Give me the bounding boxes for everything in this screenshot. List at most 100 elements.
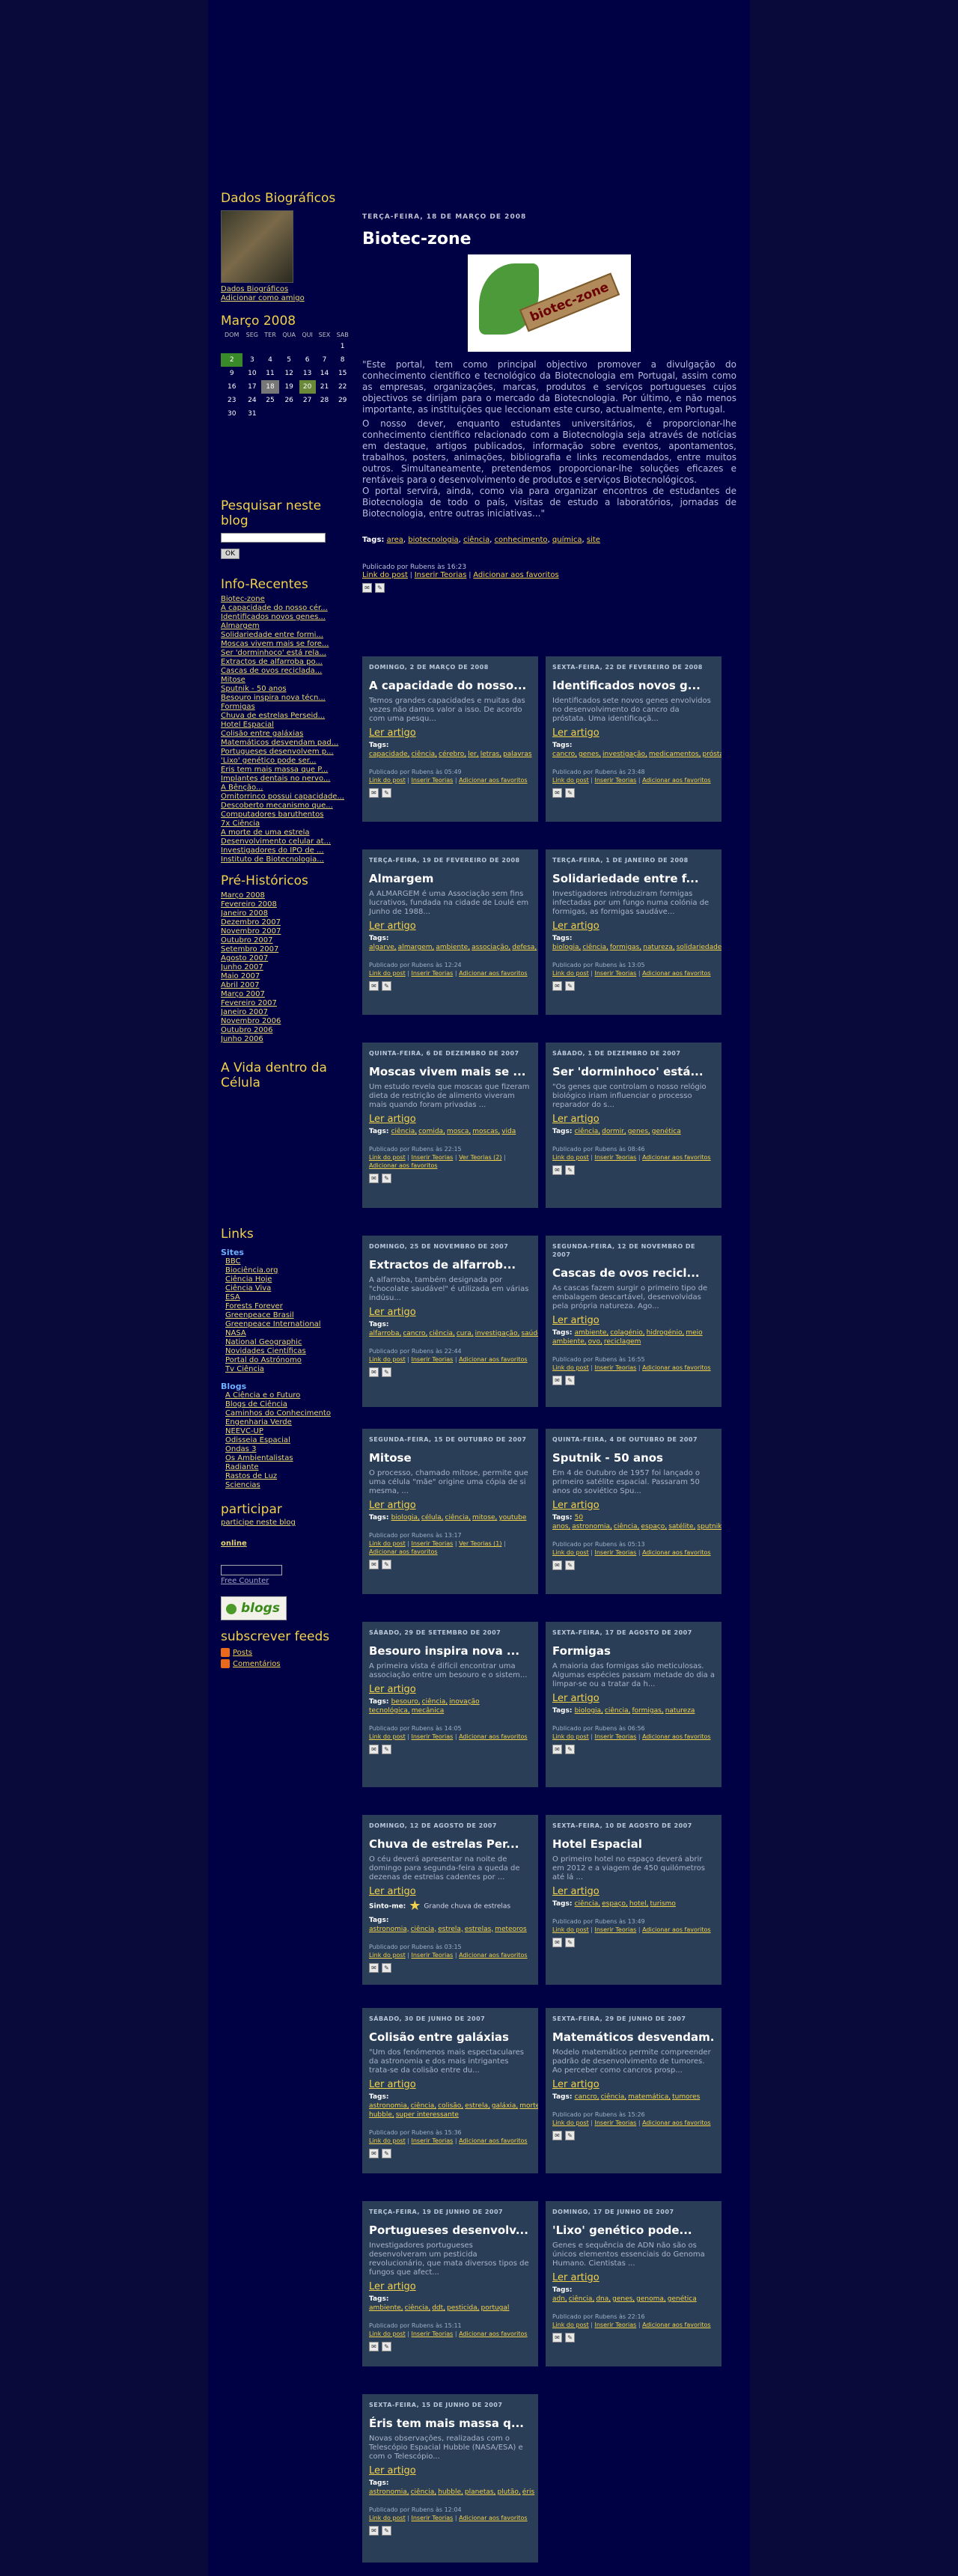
edit-post-icon[interactable]: ✎ <box>382 1745 391 1754</box>
card-title[interactable]: Besouro inspira nova ... <box>369 1644 531 1658</box>
card-footer-link[interactable]: Adicionar aos favoritos <box>459 1733 528 1740</box>
tag-link[interactable]: cancro, <box>552 751 577 758</box>
add-favorites[interactable]: Adicionar aos favoritos <box>473 571 558 579</box>
archive-link[interactable]: Junho 2007 <box>221 963 352 972</box>
recent-post-link[interactable]: Instituto de Biotecnologia... <box>221 855 352 864</box>
card-footer-link[interactable]: Adicionar aos favoritos <box>642 1733 711 1740</box>
tag-link[interactable]: formigas, <box>632 1707 663 1715</box>
tag-link[interactable]: química <box>552 536 582 544</box>
email-post-icon[interactable]: ✉ <box>369 1367 379 1377</box>
recent-post-link[interactable]: Desenvolvimento celular at... <box>221 837 352 846</box>
archive-link[interactable]: Agosto 2007 <box>221 954 352 963</box>
edit-post-icon[interactable]: ✎ <box>382 1173 391 1183</box>
tag-link[interactable]: dormir, <box>602 1128 626 1135</box>
recent-post-link[interactable]: Cascas de ovos reciclada... <box>221 667 352 676</box>
archive-link[interactable]: Outubro 2006 <box>221 1026 352 1035</box>
archive-link[interactable]: Abril 2007 <box>221 981 352 990</box>
archive-link[interactable]: Março 2007 <box>221 990 352 999</box>
tag-link[interactable]: ambiente, <box>369 2304 403 2312</box>
read-more-link[interactable]: Ler artigo <box>552 921 715 932</box>
tag-link[interactable]: ciência, <box>411 751 437 758</box>
card-title[interactable]: Colisão entre galáxias <box>369 2030 531 2044</box>
calendar-day[interactable]: 22 <box>333 380 352 394</box>
link-post[interactable]: Link do post <box>362 571 408 579</box>
recent-post-link[interactable]: Hotel Espacial <box>221 721 352 730</box>
recent-post-link[interactable]: A Bênção... <box>221 784 352 793</box>
tag-link[interactable]: ciência, <box>601 2093 627 2101</box>
recent-post-link[interactable]: Extractos de alfarroba po... <box>221 658 352 667</box>
tag-link[interactable]: genética <box>652 1128 681 1135</box>
read-more-link[interactable]: Ler artigo <box>369 727 531 739</box>
tag-link[interactable]: biologia, <box>391 1514 420 1522</box>
tag-link[interactable]: ciência, <box>575 1128 601 1135</box>
archive-link[interactable]: Janeiro 2008 <box>221 909 352 918</box>
tag-link[interactable]: mecânica <box>412 1707 444 1715</box>
tag-link[interactable]: solidariedade <box>677 944 721 951</box>
email-post-icon[interactable]: ✉ <box>552 2333 562 2342</box>
card-footer-link[interactable]: Link do post <box>369 1154 406 1161</box>
tag-link[interactable]: besouro, <box>391 1698 421 1706</box>
tag-link[interactable]: reciclagem <box>604 1338 641 1346</box>
bio-link[interactable]: Dados Biográficos <box>221 285 352 294</box>
calendar-day[interactable]: 26 <box>279 394 299 407</box>
archive-link[interactable]: Fevereiro 2008 <box>221 900 352 909</box>
email-post-icon[interactable]: ✉ <box>369 1173 379 1183</box>
calendar-day[interactable]: 23 <box>221 394 242 407</box>
tag-link[interactable]: hubble, <box>438 2488 463 2496</box>
calendar-day[interactable]: 28 <box>316 394 334 407</box>
tag-link[interactable]: vida <box>501 1128 516 1135</box>
calendar-day[interactable]: 4 <box>261 353 279 367</box>
tag-link[interactable]: portugal <box>481 2304 510 2312</box>
tag-link[interactable]: ciência, <box>575 1900 601 1908</box>
calendar-day[interactable]: 30 <box>221 407 242 421</box>
tag-link[interactable]: natureza, <box>643 944 675 951</box>
blog-link[interactable]: Radiante <box>225 1463 352 1472</box>
card-footer-link[interactable]: Adicionar aos favoritos <box>459 970 528 977</box>
edit-post-icon[interactable]: ✎ <box>382 788 391 798</box>
search-input[interactable] <box>221 533 326 543</box>
card-footer-link[interactable]: Link do post <box>369 2515 406 2521</box>
read-more-link[interactable]: Ler artigo <box>552 1315 715 1326</box>
archive-link[interactable]: Março 2008 <box>221 891 352 900</box>
tag-link[interactable]: galáxia, <box>492 2102 518 2110</box>
card-title[interactable]: 'Lixo' genético pode... <box>552 2224 715 2237</box>
tag-link[interactable]: astronomia, <box>369 2488 409 2496</box>
tag-link[interactable]: turismo <box>650 1900 676 1908</box>
blog-link[interactable]: Odisseia Espacial <box>225 1436 352 1445</box>
site-link[interactable]: National Geographic <box>225 1338 352 1347</box>
tag-link[interactable]: investigação, <box>602 751 647 758</box>
recent-post-link[interactable]: 'Lixo' genético pode ser... <box>221 757 352 766</box>
email-post-icon[interactable]: ✉ <box>552 1938 562 1947</box>
calendar-day[interactable]: 18 <box>261 380 279 394</box>
recent-post-link[interactable]: Almargem <box>221 622 352 631</box>
tag-link[interactable]: estrela, <box>465 2102 490 2110</box>
tag-link[interactable]: saúde <box>521 1330 538 1337</box>
edit-post-icon[interactable]: ✎ <box>382 2342 391 2351</box>
edit-post-icon[interactable]: ✎ <box>565 788 575 798</box>
card-footer-link[interactable]: Link do post <box>552 970 589 977</box>
recent-post-link[interactable]: 7x Ciência <box>221 820 352 828</box>
archive-link[interactable]: Setembro 2007 <box>221 945 352 954</box>
read-more-link[interactable]: Ler artigo <box>552 2079 715 2090</box>
email-post-icon[interactable]: ✉ <box>552 1376 562 1385</box>
calendar-day[interactable]: 12 <box>279 367 299 380</box>
tag-link[interactable]: astronomia, <box>369 2102 409 2110</box>
card-footer-link[interactable]: Link do post <box>369 2137 406 2144</box>
tag-link[interactable]: ciência, <box>614 1523 640 1530</box>
edit-post-icon[interactable]: ✎ <box>382 1962 391 1973</box>
feed-comments[interactable]: Comentários <box>221 1658 352 1668</box>
calendar-day[interactable]: 11 <box>261 367 279 380</box>
archive-link[interactable]: Outubro 2007 <box>221 936 352 945</box>
card-footer-link[interactable]: Inserir Teorias <box>412 1356 454 1363</box>
free-counter-link[interactable]: Free Counter <box>221 1577 352 1586</box>
card-title[interactable]: Solidariedade entre f... <box>552 872 715 885</box>
edit-post-icon[interactable]: ✎ <box>382 2149 391 2158</box>
tag-link[interactable]: genes, <box>628 1128 650 1135</box>
participate-link[interactable]: participe neste blog <box>221 1519 352 1527</box>
read-more-link[interactable]: Ler artigo <box>369 1684 531 1695</box>
tag-link[interactable]: defesa, <box>512 944 537 951</box>
card-footer-link[interactable]: Link do post <box>552 2322 589 2328</box>
card-footer-link[interactable]: Adicionar aos favoritos <box>459 1356 528 1363</box>
tag-link[interactable]: super interessante <box>396 2111 459 2119</box>
tag-link[interactable]: estrelas, <box>465 1926 493 1933</box>
